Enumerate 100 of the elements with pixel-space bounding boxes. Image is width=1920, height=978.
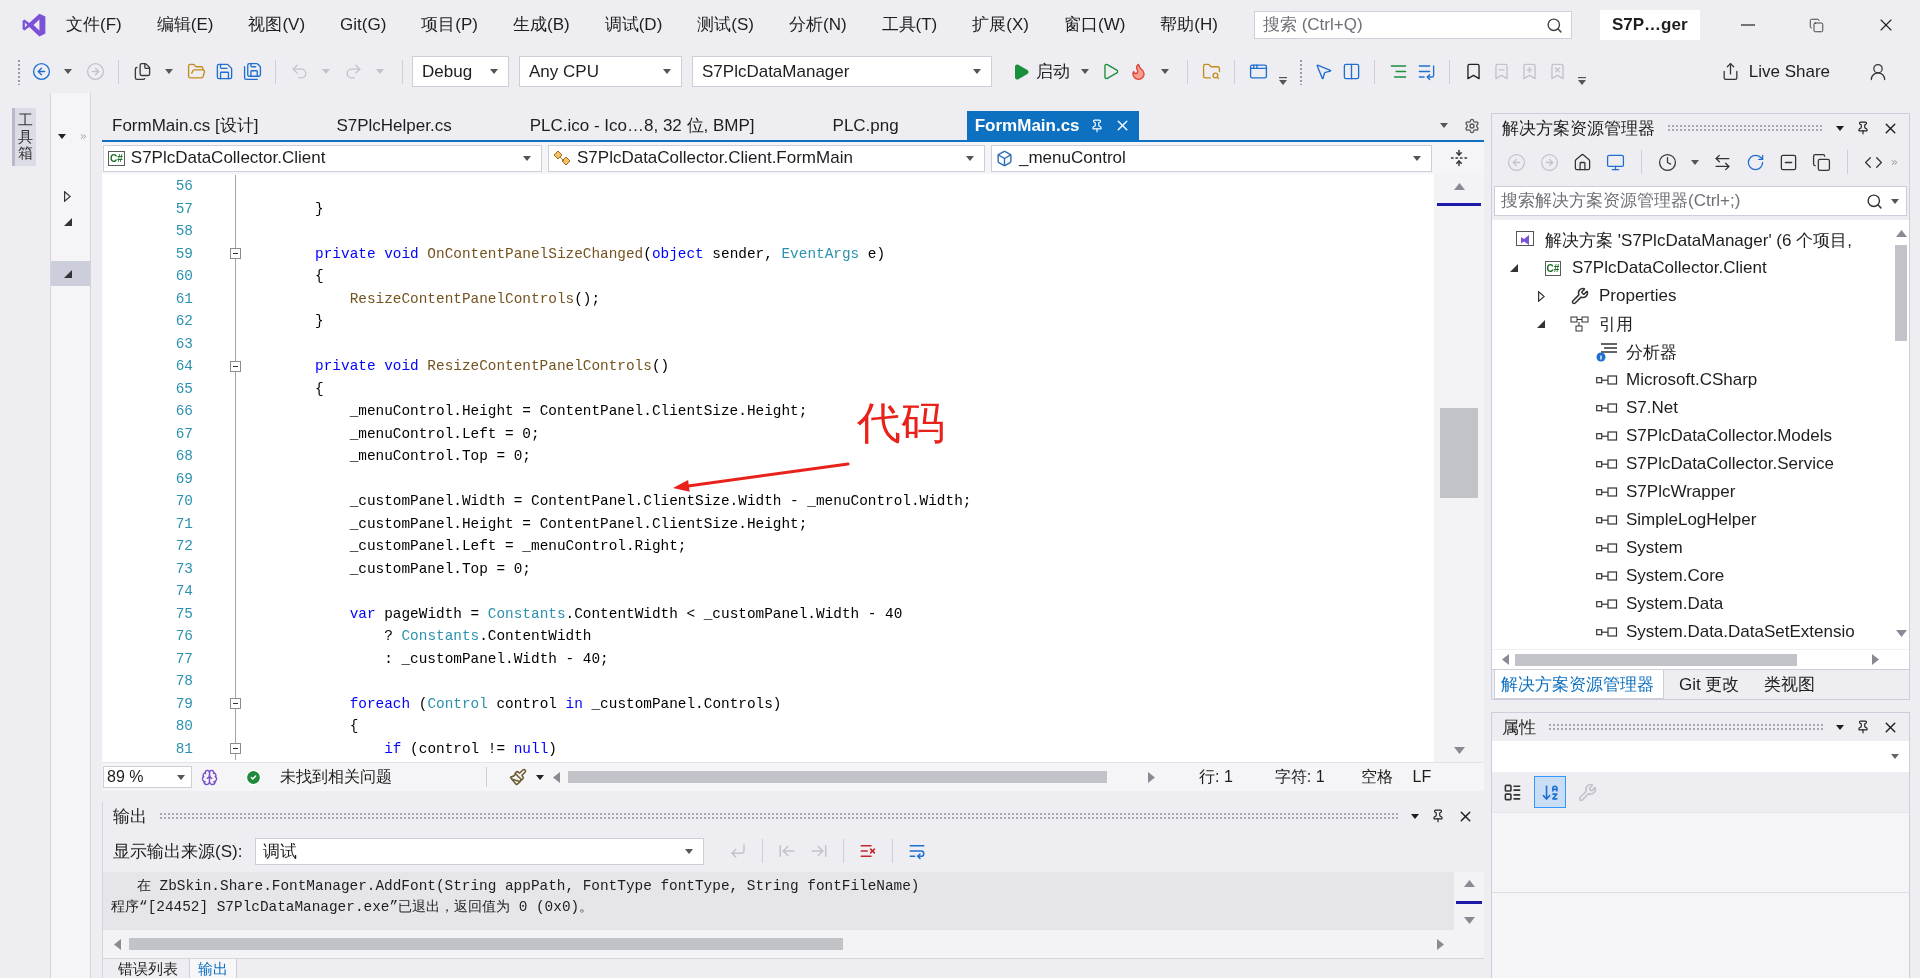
tree-item[interactable]: System.Data.DataSetExtensio [1555,618,1855,646]
save-icon[interactable] [214,62,234,81]
scrollbar-thumb[interactable] [1515,653,1797,666]
search-icon[interactable] [1545,17,1563,34]
copy-icon[interactable] [1812,152,1831,172]
tree-item[interactable]: SimpleLogHelper [1555,506,1757,534]
issues-text[interactable]: 未找到相关问题 [280,766,392,788]
columns-icon[interactable] [1341,62,1361,81]
solution-search-field[interactable]: 搜索解决方案资源管理器(Ctrl+;) [1494,186,1907,216]
caret-icon[interactable] [1413,155,1421,161]
caret-icon[interactable] [1161,69,1169,74]
back-icon[interactable] [31,62,51,81]
menu-item[interactable]: 扩展(X) [972,13,1029,37]
tree-item[interactable]: S7PlcDataCollector.Models [1555,422,1832,450]
document-tab[interactable]: PLC.png [822,111,967,140]
collapsed-triangle-icon[interactable] [64,191,71,202]
list-x-icon[interactable] [859,842,877,860]
sort-toggle[interactable] [1534,776,1566,808]
tree-item[interactable]: Microsoft.CSharp [1555,366,1758,394]
tree-item[interactable]: 分析器 [1555,338,1677,366]
startup-project-dropdown[interactable]: S7PlcDataManager [692,56,992,87]
menu-item[interactable]: Git(G) [340,13,387,37]
configuration-dropdown[interactable]: Debug [412,56,509,87]
scrollbar-thumb[interactable] [1895,245,1907,341]
tree-item[interactable]: System.Data [1555,590,1724,618]
collapse-icon[interactable] [230,360,241,372]
menu-item[interactable]: 生成(B) [513,13,570,37]
left-right-arrows-icon[interactable] [1713,152,1732,172]
caret-icon[interactable] [973,69,981,74]
collapsed-triangle-icon[interactable] [1537,290,1545,302]
caret-icon[interactable] [1836,724,1844,730]
scroll-left-icon[interactable] [1502,654,1509,665]
navigation-dropdown[interactable]: _menuControl [991,144,1432,172]
caret-icon[interactable] [1440,123,1448,128]
collapse-icon[interactable] [230,698,241,710]
folder-search-icon[interactable] [1201,62,1221,81]
output-source-dropdown[interactable]: 调试 [255,837,704,865]
tree-item[interactable]: Properties [1528,282,1677,310]
expanded-triangle-icon[interactable] [1510,264,1518,272]
caret-icon[interactable] [1891,198,1899,204]
caret-icon[interactable] [523,155,531,161]
pin-icon[interactable] [1431,809,1445,823]
caret-icon[interactable] [966,155,974,161]
menu-item[interactable]: 视图(V) [248,13,306,37]
scrollbar-thumb[interactable] [568,771,1107,783]
brush-icon[interactable] [509,768,527,786]
scroll-down-icon[interactable] [1895,630,1907,637]
caret-icon[interactable] [58,133,66,139]
document-tab[interactable]: S7PlcHelper.cs [326,111,520,140]
tree-item[interactable]: 解决方案 'S7PlcDataManager' (6 个项目, [1514,226,1852,254]
square-minus-icon[interactable] [1779,152,1798,172]
platform-dropdown[interactable]: Any CPU [519,56,682,87]
open-folder-icon[interactable] [186,62,206,81]
arrows-to-line-icon[interactable] [1450,149,1468,167]
pin-icon[interactable] [1856,720,1870,734]
search-icon[interactable] [1866,192,1883,210]
tree-item[interactable]: S7.Net [1555,394,1678,422]
tree-item[interactable]: C# S7PlcDataCollector.Client [1501,254,1767,282]
files-icon[interactable] [132,62,152,81]
scroll-down-icon[interactable] [1463,917,1475,924]
panel-tab[interactable]: 输出 [189,959,237,978]
caret-icon[interactable] [490,69,498,74]
menu-item[interactable]: 帮助(H) [1160,13,1218,37]
panel-tab[interactable]: 解决方案资源管理器 [1494,670,1664,699]
menu-item[interactable]: 项目(P) [421,13,478,37]
start-button[interactable]: 启动 [1012,56,1074,87]
tree-item[interactable]: System [1555,534,1683,562]
scroll-up-icon[interactable] [1895,230,1907,237]
caret-icon[interactable] [177,774,185,780]
window-icon[interactable] [1248,62,1268,81]
collapse-icon[interactable] [230,248,241,260]
list-return-icon[interactable] [1416,62,1436,81]
menu-item[interactable]: 工具(T) [881,13,938,37]
caret-icon[interactable] [64,69,72,74]
live-share-button[interactable]: Live Share [1720,56,1830,87]
menu-item[interactable]: 分析(N) [788,13,847,37]
expanded-triangle-icon[interactable] [64,217,72,226]
scroll-left-icon[interactable] [114,938,121,950]
scroll-up-icon[interactable] [1453,182,1465,190]
panel-tab[interactable]: 类视图 [1757,670,1826,699]
caret-icon[interactable] [536,774,544,780]
overflow-caret-icon[interactable] [1279,77,1287,85]
document-tab[interactable]: PLC.ico - Ico…8, 32 位, BMP] [519,111,823,140]
navigation-dropdown[interactable]: C# S7PlcDataCollector.Client [103,144,542,172]
caret-icon[interactable] [663,69,671,74]
scroll-left-icon[interactable] [553,771,560,783]
menu-item[interactable]: 窗口(W) [1063,13,1126,37]
menu-item[interactable]: 测试(S) [697,13,754,37]
refresh-icon[interactable] [1746,152,1765,172]
save-all-icon[interactable] [242,62,262,81]
scrollbar-thumb[interactable] [1440,408,1478,498]
zoom-dropdown[interactable]: 89 % [103,766,192,788]
scroll-right-icon[interactable] [1437,938,1444,950]
caret-icon[interactable] [685,848,693,854]
brain-icon[interactable] [200,768,218,786]
clock-icon[interactable] [1658,152,1677,172]
menu-item[interactable]: 调试(D) [604,13,663,37]
panel-tab[interactable]: Git 更改 [1672,670,1750,699]
navigation-dropdown[interactable]: S7PlcDataCollector.Client.FormMain [548,144,985,172]
panel-tab[interactable]: 错误列表 [109,959,187,978]
